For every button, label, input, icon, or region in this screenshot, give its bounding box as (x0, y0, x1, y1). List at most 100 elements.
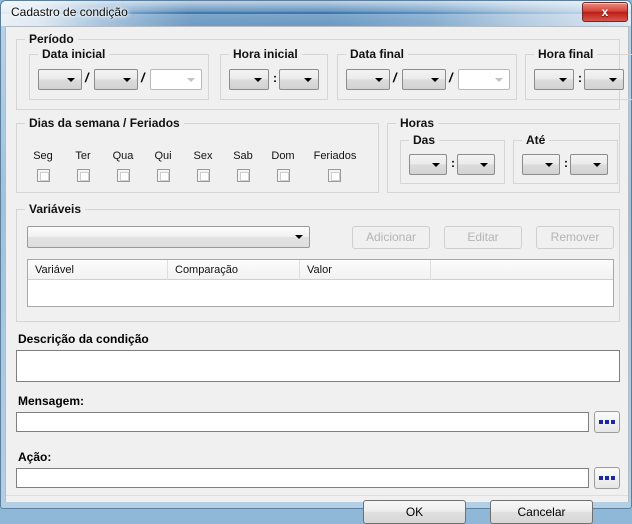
ate-minute-combo[interactable] (570, 154, 608, 175)
checkbox-label-seg: Seg (33, 150, 53, 162)
group-variaveis-legend: Variáveis (25, 202, 86, 216)
ate-hour-combo[interactable] (522, 154, 560, 175)
group-horas-legend: Horas (396, 116, 439, 130)
table-column-variavel[interactable]: Variável (28, 260, 168, 280)
checkbox-label-dom: Dom (271, 150, 295, 162)
time-separator-3: : (451, 156, 455, 170)
chevron-down-icon (495, 77, 503, 82)
das-hour-combo[interactable] (409, 154, 447, 175)
ellipsis-icon (599, 476, 615, 480)
data-inicial-month-combo[interactable] (94, 69, 138, 90)
chevron-down-icon (609, 77, 617, 82)
chevron-down-icon (593, 162, 601, 167)
chevron-down-icon (254, 77, 262, 82)
chevron-down-icon (123, 77, 131, 82)
checkbox-label-sab: Sab (233, 150, 253, 162)
group-ate-legend: Até (522, 133, 550, 147)
group-data-final-legend: Data final (346, 47, 409, 61)
checkbox-label-sex: Sex (193, 150, 213, 162)
acao-browse-button[interactable] (594, 467, 620, 489)
checkbox-sex[interactable] (197, 169, 210, 182)
edit-variable-button[interactable]: Editar (444, 226, 522, 249)
chevron-down-icon (480, 162, 488, 167)
group-dias-semana: Dias da semana / Feriados Seg Ter Qua Qu… (16, 116, 379, 193)
chevron-down-icon (559, 77, 567, 82)
hora-inicial-minute-combo[interactable] (279, 69, 319, 90)
data-final-day-combo[interactable] (346, 69, 390, 90)
acao-input[interactable] (16, 468, 589, 488)
table-column-valor[interactable]: Valor (300, 260, 431, 280)
variables-table[interactable]: Variável Comparação Valor (27, 259, 614, 307)
checkbox-label-ter: Ter (75, 150, 91, 162)
remove-variable-button[interactable]: Remover (536, 226, 614, 249)
acao-label: Ação: (18, 450, 52, 464)
group-data-inicial: Data inicial / / (29, 47, 209, 100)
data-inicial-year-combo[interactable] (150, 69, 202, 90)
checkbox-label-qui: Qui (154, 150, 172, 162)
checkbox-label-feriados: Feriados (313, 150, 357, 162)
chevron-down-icon (375, 77, 383, 82)
group-hora-final: Hora final : (525, 47, 632, 100)
checkbox-dom[interactable] (277, 169, 290, 182)
date-separator-2: / (141, 70, 145, 85)
data-final-month-combo[interactable] (402, 69, 446, 90)
chevron-down-icon (67, 77, 75, 82)
das-minute-combo[interactable] (457, 154, 495, 175)
window-title: Cadastro de condição (11, 5, 128, 19)
descricao-label: Descrição da condição (18, 332, 149, 346)
group-variaveis: Variáveis Adicionar Editar Remover Variá… (16, 202, 620, 322)
data-final-year-combo[interactable] (458, 69, 510, 90)
group-das-legend: Das (409, 133, 440, 147)
checkbox-sab[interactable] (237, 169, 250, 182)
dialog-client-area: Período Data inicial / / Hora inicial: … (5, 26, 632, 524)
checkbox-label-qua: Qua (112, 150, 134, 162)
group-periodo: Período Data inicial / / Hora inicial: … (16, 32, 632, 110)
group-hora-inicial: Hora inicial : (220, 47, 328, 100)
chevron-down-icon (304, 77, 312, 82)
time-separator-4: : (564, 156, 568, 170)
date-separator-3: / (393, 70, 397, 85)
descricao-input[interactable] (16, 350, 620, 382)
chevron-down-icon (431, 77, 439, 82)
group-dias-semana-legend: Dias da semana / Feriados (25, 116, 184, 130)
title-bar[interactable]: Cadastro de condição x (1, 1, 631, 26)
chevron-down-icon (295, 235, 303, 239)
table-column-extra[interactable] (431, 260, 613, 280)
time-separator-2: : (578, 71, 582, 85)
chevron-down-icon (187, 77, 195, 82)
mensagem-browse-button[interactable] (594, 411, 620, 433)
group-hora-inicial-legend: Hora inicial (229, 47, 302, 61)
ok-button[interactable]: OK (363, 500, 466, 524)
hora-inicial-hour-combo[interactable] (229, 69, 269, 90)
group-ate: Até : (513, 133, 618, 184)
group-periodo-legend: Período (25, 32, 78, 46)
group-das: Das : (400, 133, 505, 184)
variaveis-combo[interactable] (27, 226, 310, 248)
date-separator-1: / (85, 70, 89, 85)
checkbox-seg[interactable] (37, 169, 50, 182)
table-column-comparacao[interactable]: Comparação (168, 260, 300, 280)
hora-final-minute-combo[interactable] (584, 69, 624, 90)
hora-final-hour-combo[interactable] (534, 69, 574, 90)
date-separator-4: / (449, 70, 453, 85)
footer-divider (6, 495, 628, 496)
checkbox-ter[interactable] (77, 169, 90, 182)
checkbox-qui[interactable] (157, 169, 170, 182)
chevron-down-icon (432, 162, 440, 167)
group-hora-final-legend: Hora final (534, 47, 598, 61)
group-data-final: Data final / / (337, 47, 517, 100)
table-header-row: Variável Comparação Valor (28, 260, 613, 280)
close-icon[interactable]: x (582, 2, 628, 22)
checkbox-qua[interactable] (117, 169, 130, 182)
dialog-window: Cadastro de condição x Período Data inic… (0, 0, 632, 524)
ellipsis-icon (599, 420, 615, 424)
data-inicial-day-combo[interactable] (38, 69, 82, 90)
time-separator-1: : (273, 71, 277, 85)
cancel-button[interactable]: Cancelar (490, 500, 593, 524)
group-data-inicial-legend: Data inicial (38, 47, 110, 61)
mensagem-label: Mensagem: (18, 394, 85, 408)
add-variable-button[interactable]: Adicionar (352, 226, 430, 249)
chevron-down-icon (545, 162, 553, 167)
mensagem-input[interactable] (16, 412, 589, 432)
checkbox-feriados[interactable] (328, 169, 341, 182)
